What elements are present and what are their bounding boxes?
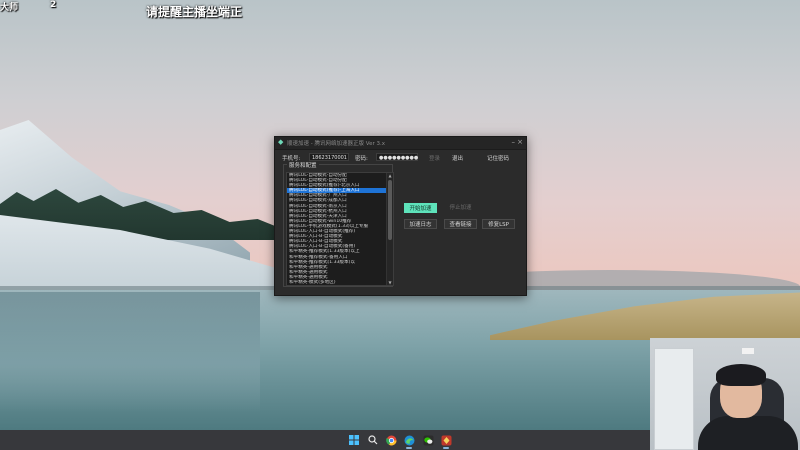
start-accelerate-button[interactable]: 开始加速 <box>404 203 437 213</box>
webcam-door <box>654 348 694 450</box>
windows-start-icon[interactable] <box>347 433 361 447</box>
wechat-icon[interactable] <box>421 433 435 447</box>
route-list-item[interactable]: 和平精英-模式(多地区) <box>287 280 386 285</box>
list-scrollbar[interactable]: ▲ ▼ <box>386 173 393 285</box>
password-input[interactable]: ●●●●●●●●● <box>376 153 418 161</box>
search-icon[interactable] <box>366 433 380 447</box>
login-button[interactable]: 登录 <box>429 154 440 162</box>
wallpaper-reflection <box>0 292 260 412</box>
edge-icon[interactable] <box>402 433 416 449</box>
route-list: 腾讯LOL-自动模式-自动分配 腾讯LOL-自动模式-自动分配 腾讯LOL-自动模式… <box>287 173 386 285</box>
close-icon[interactable]: × <box>517 138 523 146</box>
overlay-notice: 请提醒主播坐端正 <box>146 5 243 19</box>
webcam-overlay <box>650 338 800 450</box>
app-icon[interactable] <box>439 433 453 449</box>
repair-lsp-button[interactable]: 修复LSP <box>482 219 515 229</box>
webcam-wall-sign <box>742 348 754 354</box>
overlay-number: 2 <box>50 0 57 10</box>
remember-password-button[interactable]: 记住密码 <box>487 154 509 162</box>
phone-input[interactable]: 18623170001 <box>309 153 349 161</box>
app-logo-icon: ◆ <box>278 138 284 146</box>
overlay-label: 大师 <box>0 3 19 13</box>
accelerator-window: ◆ 顺速加速 - 腾讯网络加速器正版 Ver 3.x – × 手机号: 1862… <box>274 136 527 296</box>
window-title: 顺速加速 - 腾讯网络加速器正版 Ver 3.x <box>287 141 385 147</box>
webcam-person-body <box>698 416 798 450</box>
logout-button[interactable]: 退出 <box>452 154 463 162</box>
stop-accelerate-button[interactable]: 停止加速 <box>444 203 477 213</box>
scroll-thumb[interactable] <box>388 180 392 240</box>
accelerate-log-button[interactable]: 加速日志 <box>404 219 437 229</box>
password-label: 密码: <box>355 156 368 162</box>
window-titlebar[interactable]: ◆ 顺速加速 - 腾讯网络加速器正版 Ver 3.x – × <box>275 137 526 150</box>
scroll-down-icon[interactable]: ▼ <box>387 280 393 285</box>
minimize-icon[interactable]: – <box>512 138 516 146</box>
group-title: 服务和配置 <box>287 161 319 169</box>
check-link-button[interactable]: 查看链接 <box>444 219 477 229</box>
chrome-icon[interactable] <box>384 433 398 447</box>
scroll-up-icon[interactable]: ▲ <box>387 173 393 178</box>
route-listbox[interactable]: 腾讯LOL-自动模式-自动分配 腾讯LOL-自动模式-自动分配 腾讯LOL-自动模式… <box>286 172 394 286</box>
webcam-person-hair <box>716 364 766 386</box>
